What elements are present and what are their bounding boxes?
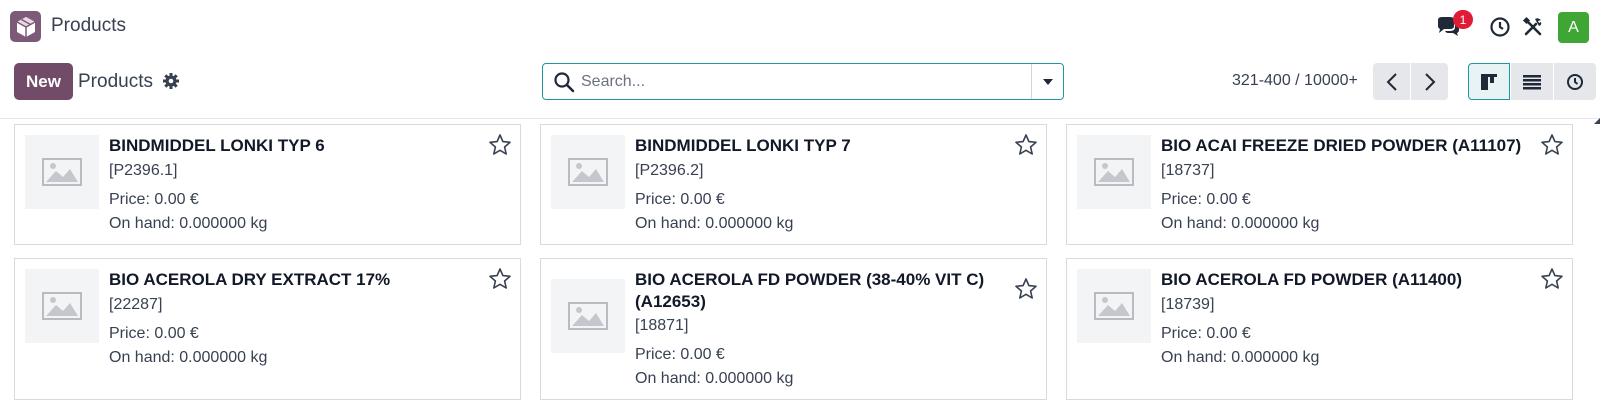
product-price: Price: 0.00 € <box>1161 325 1251 342</box>
tools-icon[interactable] <box>1519 13 1547 41</box>
product-name: BINDMIDDEL LONKI TYP 6 <box>109 136 325 155</box>
favorite-star-icon[interactable] <box>488 133 512 157</box>
product-image-placeholder <box>25 135 99 209</box>
favorite-star-icon[interactable] <box>1540 267 1564 291</box>
scrollbar-arrow-icon[interactable] <box>1594 118 1600 128</box>
image-placeholder-icon <box>1094 292 1134 320</box>
pager-next-button[interactable] <box>1411 63 1448 100</box>
product-name: BIO ACAI FREEZE DRIED POWDER (A11107) <box>1161 136 1522 155</box>
gear-icon[interactable] <box>162 72 180 90</box>
kanban-view-button[interactable] <box>1468 63 1510 100</box>
product-image-placeholder <box>1077 269 1151 343</box>
image-placeholder-icon <box>568 158 608 186</box>
product-name: BINDMIDDEL LONKI TYP 7 <box>635 136 851 155</box>
product-code: [18739] <box>1161 296 1215 313</box>
image-placeholder-icon <box>42 158 82 186</box>
breadcrumb: Products <box>78 71 153 92</box>
product-card[interactable]: BIO ACEROLA DRY EXTRACT 17% [22287] Pric… <box>14 258 521 400</box>
product-image-placeholder <box>25 269 99 343</box>
product-price: Price: 0.00 € <box>635 346 725 363</box>
control-panel-divider <box>0 118 1600 119</box>
product-name: BIO ACEROLA DRY EXTRACT 17% <box>109 270 391 289</box>
product-name: BIO ACEROLA FD POWDER (38-40% VIT C) (A1… <box>635 270 985 311</box>
pager-value[interactable]: 321-400 / 10000+ <box>1232 72 1358 90</box>
search-input[interactable] <box>581 70 1021 94</box>
product-image-placeholder <box>551 279 625 353</box>
image-placeholder-icon <box>1094 158 1134 186</box>
product-on-hand: On hand: 0.000000 kg <box>635 215 794 232</box>
product-card[interactable]: BINDMIDDEL LONKI TYP 7 [P2396.2] Price: … <box>540 124 1047 245</box>
search-icon <box>553 71 575 93</box>
favorite-star-icon[interactable] <box>488 267 512 291</box>
product-price: Price: 0.00 € <box>635 191 725 208</box>
pager-previous-button[interactable] <box>1373 63 1410 100</box>
product-image-placeholder <box>551 135 625 209</box>
product-card[interactable]: BIO ACAI FREEZE DRIED POWDER (A11107) [1… <box>1066 124 1573 245</box>
activity-clock-icon <box>1567 73 1583 90</box>
product-on-hand: On hand: 0.000000 kg <box>109 215 268 232</box>
list-icon <box>1523 74 1541 89</box>
search-options-toggle[interactable] <box>1031 64 1064 99</box>
favorite-star-icon[interactable] <box>1014 277 1038 301</box>
activity-view-button[interactable] <box>1554 63 1596 100</box>
top-navbar: Products 1 A <box>0 0 1600 54</box>
new-button[interactable]: New <box>14 63 73 100</box>
product-code: [18871] <box>635 317 689 334</box>
list-view-button[interactable] <box>1511 63 1553 100</box>
product-code: [22287] <box>109 296 163 313</box>
product-card[interactable]: BIO ACEROLA FD POWDER (A11400) [18739] P… <box>1066 258 1573 400</box>
product-code: [P2396.1] <box>109 162 178 179</box>
chevron-right-icon <box>1424 72 1435 91</box>
chevron-left-icon <box>1386 72 1397 91</box>
avatar-letter: A <box>1568 18 1579 36</box>
app-title[interactable]: Products <box>51 15 126 37</box>
product-price: Price: 0.00 € <box>109 191 199 208</box>
product-on-hand: On hand: 0.000000 kg <box>1161 349 1320 366</box>
favorite-star-icon[interactable] <box>1014 133 1038 157</box>
chevron-down-icon <box>1043 78 1053 85</box>
product-name: BIO ACEROLA FD POWDER (A11400) <box>1161 270 1463 289</box>
product-price: Price: 0.00 € <box>109 325 199 342</box>
product-on-hand: On hand: 0.000000 kg <box>635 370 794 387</box>
product-card[interactable]: BINDMIDDEL LONKI TYP 6 [P2396.1] Price: … <box>14 124 521 245</box>
clock-icon[interactable] <box>1486 13 1514 41</box>
messages-count-badge: 1 <box>1453 10 1473 29</box>
product-code: [P2396.2] <box>635 162 704 179</box>
product-on-hand: On hand: 0.000000 kg <box>1161 215 1320 232</box>
favorite-star-icon[interactable] <box>1540 133 1564 157</box>
product-on-hand: On hand: 0.000000 kg <box>109 349 268 366</box>
search-bar <box>542 63 1064 100</box>
user-avatar[interactable]: A <box>1558 12 1589 43</box>
kanban-icon <box>1481 73 1497 90</box>
product-code: [18737] <box>1161 162 1215 179</box>
image-placeholder-icon <box>42 292 82 320</box>
product-image-placeholder <box>1077 135 1151 209</box>
image-placeholder-icon <box>568 302 608 330</box>
product-card[interactable]: BIO ACEROLA FD POWDER (38-40% VIT C) (A1… <box>540 258 1047 400</box>
app-logo-icon[interactable] <box>10 11 41 42</box>
product-price: Price: 0.00 € <box>1161 191 1251 208</box>
